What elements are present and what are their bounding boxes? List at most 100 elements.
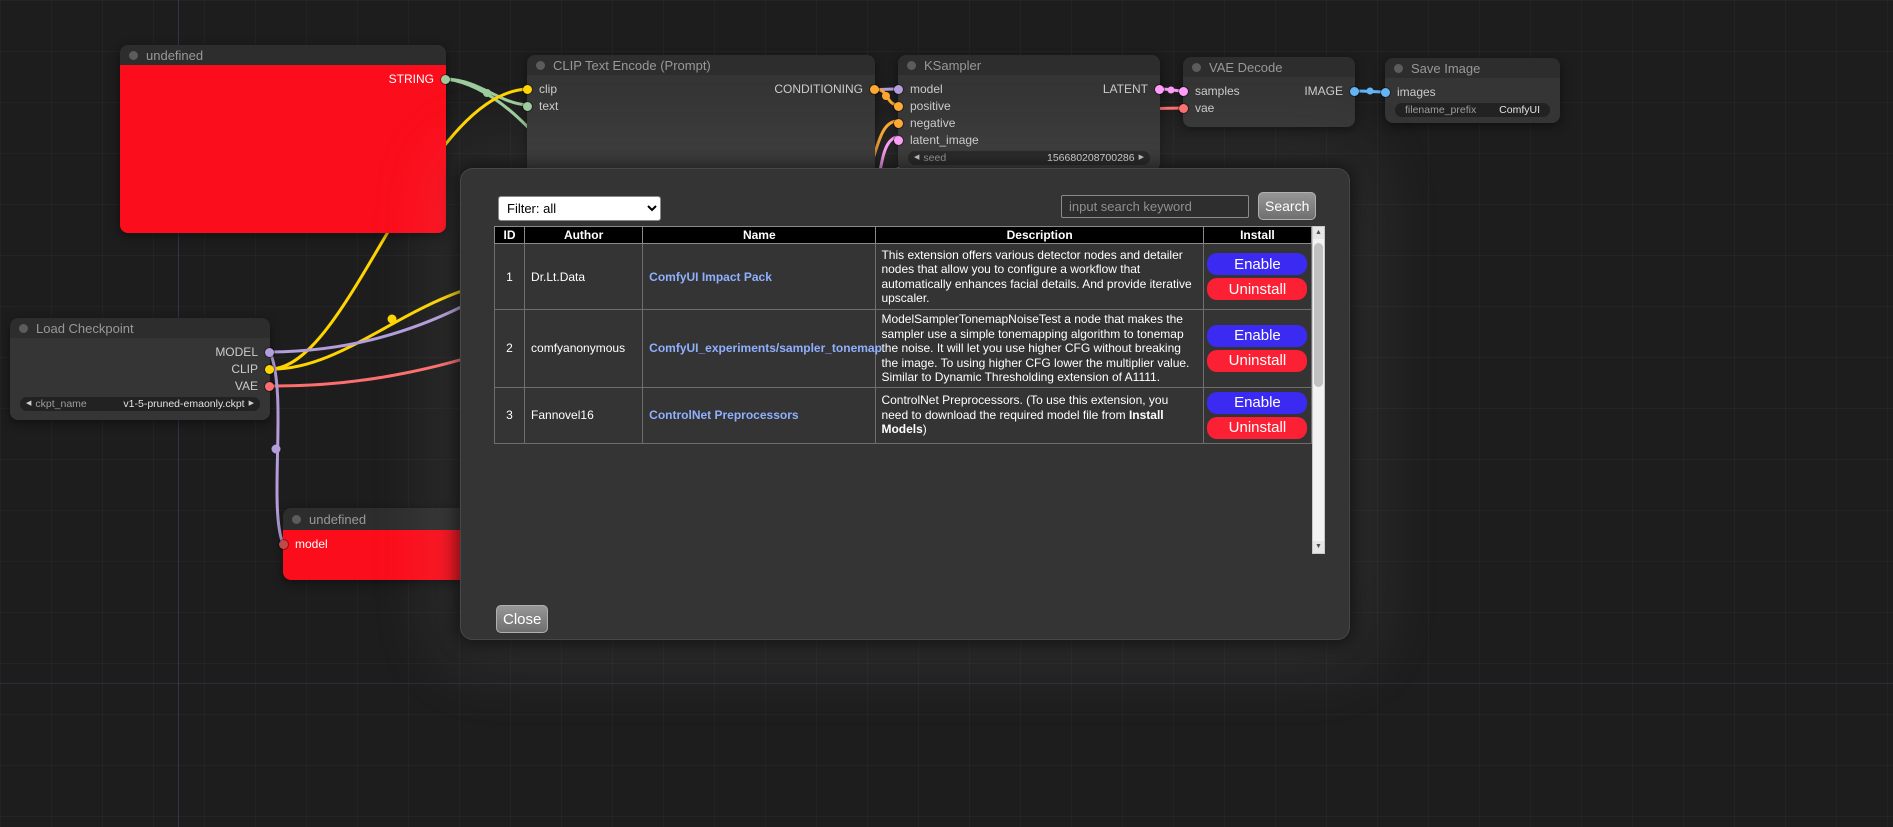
scroll-up-icon[interactable]: ▲ <box>1313 227 1324 239</box>
input-slot-label: vae <box>1195 101 1214 115</box>
enable-button[interactable]: Enable <box>1207 392 1307 414</box>
header-description: Description <box>876 227 1203 244</box>
output-slot-string[interactable] <box>441 75 450 84</box>
node-vae-decode[interactable]: VAE Decode samples IMAGE vae <box>1183 57 1355 127</box>
extension-table-body: 1 Dr.Lt.Data ComfyUI Impact Pack This ex… <box>495 244 1312 444</box>
node-ksampler[interactable]: KSampler model LATENT positive negative … <box>898 55 1160 171</box>
cell-description: This extension offers various detector n… <box>876 244 1203 310</box>
cell-description: ModelSamplerTonemapNoiseTest a node that… <box>876 310 1203 388</box>
node-title: Load Checkpoint <box>36 321 134 336</box>
input-slot-label: model <box>295 537 328 551</box>
node-title-bar[interactable]: CLIP Text Encode (Prompt) <box>527 55 875 75</box>
output-slot-clip[interactable] <box>265 365 274 374</box>
output-slot-label: CLIP <box>231 362 258 376</box>
node-title: undefined <box>146 48 203 63</box>
cell-install: Enable Uninstall <box>1203 387 1311 443</box>
search-button[interactable]: Search <box>1258 192 1316 220</box>
node-title: VAE Decode <box>1209 60 1282 75</box>
input-slot-label: latent_image <box>910 133 979 147</box>
comfyui-manager-dialog: Filter: all Search ID Author Name Descri… <box>460 168 1350 640</box>
ckpt-name-widget[interactable]: ◀ ckpt_name v1-5-pruned-emaonly.ckpt ▶ <box>20 397 260 411</box>
link-dot-clip <box>388 315 397 324</box>
input-slot-label: samples <box>1195 84 1240 98</box>
output-slot-model[interactable] <box>265 348 274 357</box>
input-slot-samples[interactable] <box>1179 87 1188 96</box>
decrement-arrow-icon[interactable]: ◀ <box>914 151 919 165</box>
output-slot-vae[interactable] <box>265 382 274 391</box>
table-row: 2 comfyanonymous ComfyUI_experiments/sam… <box>495 310 1312 388</box>
node-load-checkpoint[interactable]: Load Checkpoint MODEL CLIP VAE ◀ ckpt_na… <box>10 318 270 420</box>
node-title-bar[interactable]: undefined <box>120 45 446 65</box>
seed-widget[interactable]: ◀ seed 156680208700286 ▶ <box>908 151 1150 165</box>
input-slot-latent-image[interactable] <box>894 136 903 145</box>
table-row: 3 Fannovel16 ControlNet Preprocessors Co… <box>495 387 1312 443</box>
input-slot-text[interactable] <box>523 102 532 111</box>
extension-link[interactable]: ControlNet Preprocessors <box>649 408 798 422</box>
collapse-dot[interactable] <box>1192 63 1201 72</box>
cell-id: 2 <box>495 310 525 388</box>
enable-button[interactable]: Enable <box>1207 253 1307 275</box>
close-button[interactable]: Close <box>496 605 548 633</box>
input-slot-label: clip <box>539 82 557 96</box>
node-title-bar[interactable]: Save Image <box>1385 58 1560 78</box>
widget-name: filename_prefix <box>1405 104 1476 116</box>
filter-select[interactable]: Filter: all <box>498 196 661 221</box>
filename-prefix-widget[interactable]: filename_prefix ComfyUI <box>1395 103 1550 117</box>
collapse-dot[interactable] <box>907 61 916 70</box>
extension-link[interactable]: ComfyUI Impact Pack <box>649 270 772 284</box>
scroll-down-icon[interactable]: ▼ <box>1313 541 1324 553</box>
input-slot-vae[interactable] <box>1179 104 1188 113</box>
input-slot-label: negative <box>910 116 955 130</box>
output-slot-label: VAE <box>235 379 258 393</box>
node-graph-canvas[interactable]: undefined STRING CLIP Text Encode (Promp… <box>0 0 1893 827</box>
extension-link[interactable]: ComfyUI_experiments/sampler_tonemap <box>649 341 882 355</box>
node-clip-text-encode[interactable]: CLIP Text Encode (Prompt) clip CONDITION… <box>527 55 875 175</box>
decrement-arrow-icon[interactable]: ◀ <box>26 397 31 411</box>
node-save-image[interactable]: Save Image images filename_prefix ComfyU… <box>1385 58 1560 123</box>
collapse-dot[interactable] <box>129 51 138 60</box>
increment-arrow-icon[interactable]: ▶ <box>249 397 254 411</box>
header-id: ID <box>495 227 525 244</box>
collapse-dot[interactable] <box>19 324 28 333</box>
uninstall-button[interactable]: Uninstall <box>1207 417 1307 439</box>
cell-id: 1 <box>495 244 525 310</box>
uninstall-button[interactable]: Uninstall <box>1207 278 1307 300</box>
increment-arrow-icon[interactable]: ▶ <box>1139 151 1144 165</box>
node-title-bar[interactable]: Load Checkpoint <box>10 318 270 338</box>
output-slot-label: STRING <box>389 72 434 86</box>
input-slot-label: positive <box>910 99 951 113</box>
input-slot-model[interactable] <box>894 85 903 94</box>
node-title-bar[interactable]: undefined <box>283 508 483 530</box>
output-slot-conditioning[interactable] <box>870 85 879 94</box>
node-title-bar[interactable]: KSampler <box>898 55 1160 75</box>
uninstall-button[interactable]: Uninstall <box>1207 350 1307 372</box>
widget-value: v1-5-pruned-emaonly.ckpt <box>123 398 244 410</box>
input-slot-images[interactable] <box>1381 88 1390 97</box>
node-title-bar[interactable]: VAE Decode <box>1183 57 1355 77</box>
node-undefined-bottom[interactable]: undefined model <box>283 508 483 580</box>
extension-table: ID Author Name Description Install 1 Dr.… <box>494 226 1312 444</box>
input-slot-clip[interactable] <box>523 85 532 94</box>
output-slot-label: IMAGE <box>1304 84 1343 98</box>
input-slot-negative[interactable] <box>894 119 903 128</box>
collapse-dot[interactable] <box>536 61 545 70</box>
output-slot-image[interactable] <box>1350 87 1359 96</box>
search-input[interactable] <box>1061 195 1249 218</box>
link-dot-conditioning <box>882 92 890 100</box>
collapse-dot[interactable] <box>292 515 301 524</box>
output-slot-latent[interactable] <box>1155 85 1164 94</box>
table-scrollbar[interactable]: ▲ ▼ <box>1312 226 1325 554</box>
cell-author: comfyanonymous <box>525 310 643 388</box>
widget-name: seed <box>923 152 946 164</box>
cell-id: 3 <box>495 387 525 443</box>
input-slot-positive[interactable] <box>894 102 903 111</box>
input-slot-label: images <box>1397 85 1436 99</box>
table-row: 1 Dr.Lt.Data ComfyUI Impact Pack This ex… <box>495 244 1312 310</box>
input-slot-model[interactable] <box>279 540 288 549</box>
enable-button[interactable]: Enable <box>1207 325 1307 347</box>
scrollbar-thumb[interactable] <box>1314 243 1323 387</box>
collapse-dot[interactable] <box>1394 64 1403 73</box>
input-slot-label: text <box>539 99 558 113</box>
cell-install: Enable Uninstall <box>1203 244 1311 310</box>
node-undefined-top[interactable]: undefined STRING <box>120 45 446 233</box>
